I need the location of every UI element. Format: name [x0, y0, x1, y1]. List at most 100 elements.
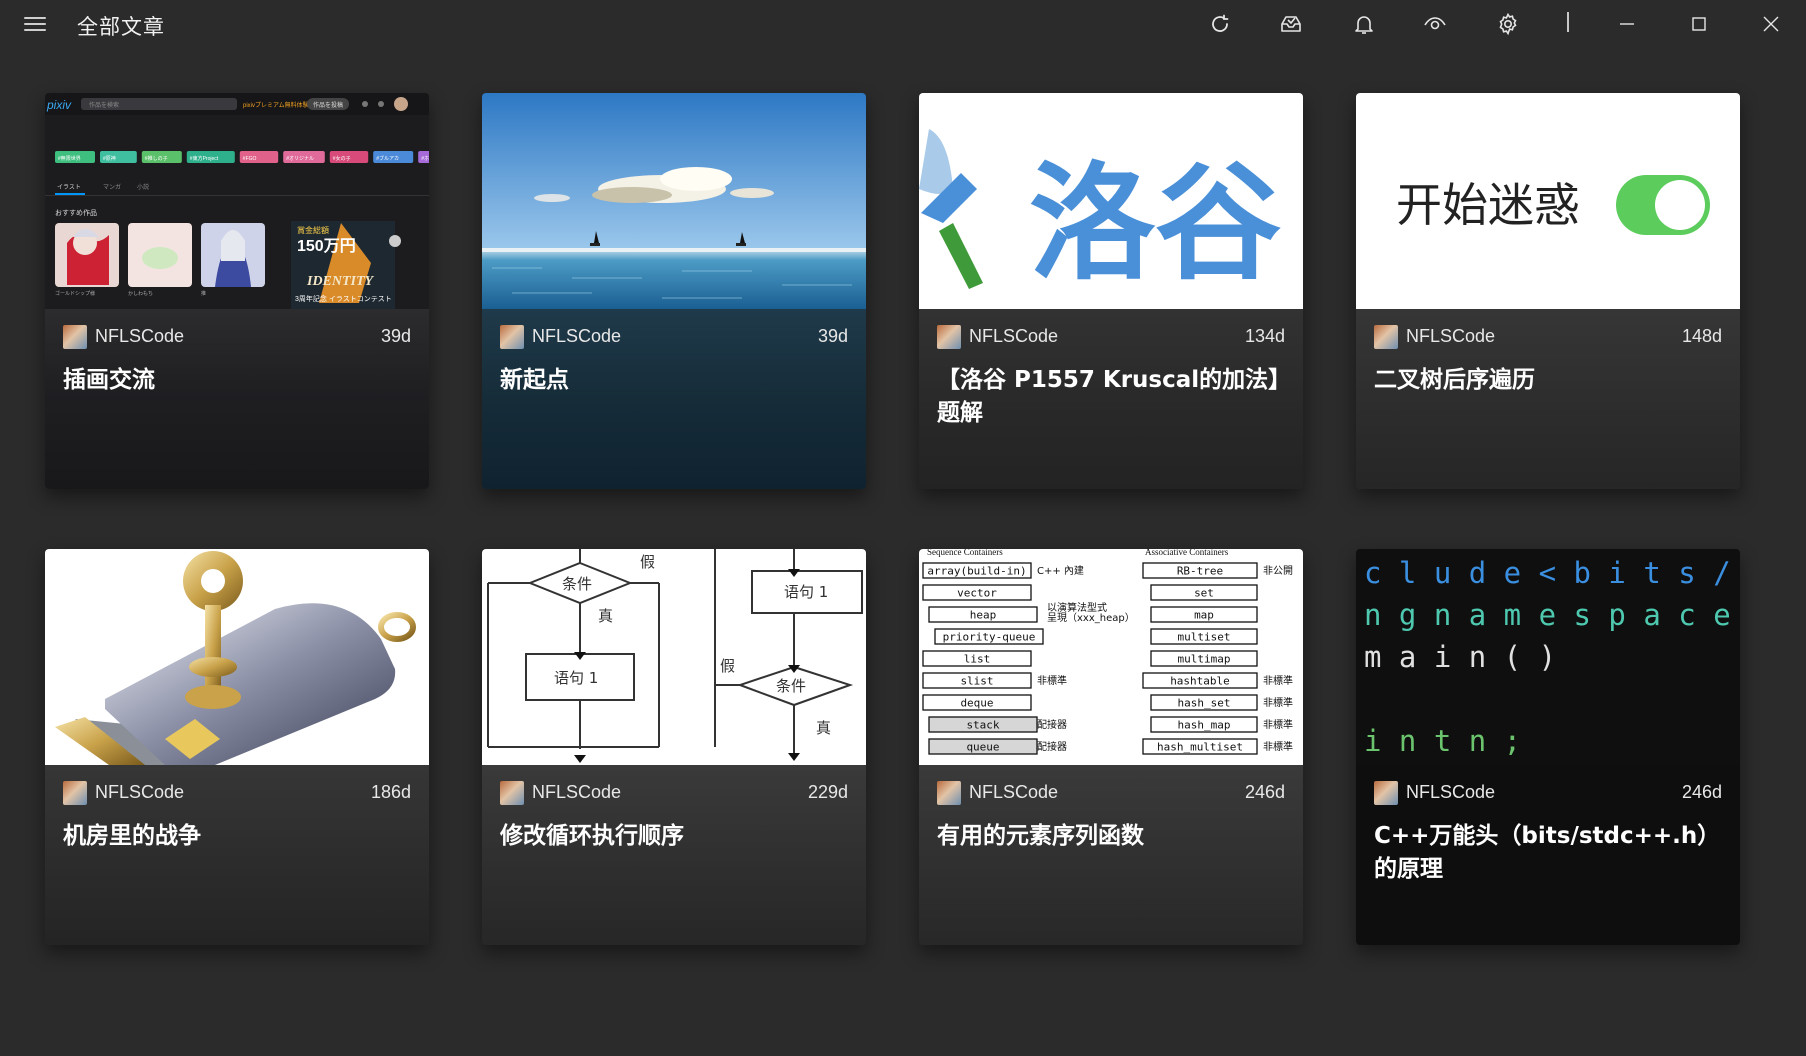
- svg-text:推: 推: [201, 290, 206, 297]
- svg-text:n g n a m e s p a c e s: n g n a m e s p a c e s: [1364, 598, 1740, 632]
- post-card[interactable]: 条件 真 假 语句 1 语句 1 条件 假 真 NFLSCode 229d 修改…: [482, 549, 866, 945]
- stl-note: 非標準: [1037, 674, 1067, 687]
- pixiv-tag-label: #FGO: [243, 156, 257, 162]
- post-age: 148d: [1681, 326, 1722, 346]
- card-footer: NFLSCode 39d 插画交流: [45, 309, 429, 489]
- stl-right-label: set: [1194, 587, 1214, 600]
- post-card[interactable]: pixiv 作品を検索 pixivプレミアム無料体験 作品を投稿 #無限世界 #原…: [45, 93, 429, 489]
- post-title: C++万能头（bits/stdc++.h）的原理: [1374, 823, 1721, 882]
- post-card[interactable]: c l u d e < b i t s / s t d n g n a m e …: [1356, 549, 1740, 945]
- post-card[interactable]: Sequence Containers Associative Containe…: [919, 549, 1303, 945]
- author-row: NFLSCode 246d: [937, 781, 1285, 805]
- svg-text:i n t n ;: i n t n ;: [1364, 724, 1521, 758]
- stl-note: 配接器: [1037, 718, 1067, 731]
- svg-text:c l u d e < b i t s / s t d: c l u d e < b i t s / s t d: [1364, 556, 1740, 590]
- post-card[interactable]: 洛谷 NFLSCode 134d 【洛谷 P1557 Kruscal的加法】题解: [919, 93, 1303, 489]
- pixiv-tag-label: #東方Project: [190, 155, 219, 162]
- svg-text:开始迷惑: 开始迷惑: [1396, 178, 1580, 232]
- bell-icon[interactable]: [1346, 6, 1382, 42]
- post-card[interactable]: NFLSCode 186d 机房里的战争: [45, 549, 429, 945]
- svg-text:pixivプレミアム無料体験: pixivプレミアム無料体験: [243, 101, 309, 109]
- stl-left-label: stack: [966, 719, 999, 732]
- post-title: 修改循环执行顺序: [500, 823, 684, 849]
- refresh-icon[interactable]: [1202, 6, 1238, 42]
- svg-text:賞金総額: 賞金総額: [297, 225, 329, 235]
- gear-icon[interactable]: [1490, 6, 1526, 42]
- post-title: 有用的元素序列函数: [937, 823, 1144, 849]
- pixiv-tag-label: #ホロライブ: [421, 155, 429, 162]
- card-footer: NFLSCode 246d 有用的元素序列函数: [919, 765, 1303, 945]
- avatar: [500, 325, 524, 349]
- stl-left-label: deque: [960, 697, 993, 710]
- svg-text:假: 假: [720, 657, 735, 675]
- close-icon[interactable]: [1736, 0, 1806, 48]
- stl-left-label: heap: [970, 609, 997, 622]
- svg-text:作品を投稿: 作品を投稿: [313, 101, 343, 109]
- thumbnail-toggle-switch: 开始迷惑: [1356, 93, 1740, 309]
- card-footer: NFLSCode 148d 二叉树后序遍历: [1356, 309, 1740, 489]
- post-card[interactable]: NFLSCode 39d 新起点: [482, 93, 866, 489]
- svg-text:pixiv: pixiv: [46, 98, 72, 112]
- thumbnail-usb-key: [45, 549, 429, 765]
- author-name: NFLSCode: [1406, 782, 1496, 802]
- minimize-icon[interactable]: [1592, 0, 1662, 48]
- pixiv-tag-label: #ブルアカ: [376, 155, 399, 162]
- inbox-icon[interactable]: [1273, 6, 1309, 42]
- stl-right-label: hash_map: [1178, 719, 1231, 732]
- maximize-icon[interactable]: [1664, 0, 1734, 48]
- menu-icon[interactable]: [24, 15, 48, 33]
- author-name: NFLSCode: [532, 782, 622, 802]
- post-card[interactable]: 开始迷惑 NFLSCode 148d 二叉树后序遍历: [1356, 93, 1740, 489]
- stl-left-label: list: [964, 653, 991, 666]
- avatar: [500, 781, 524, 805]
- title-bar: 全部文章: [0, 0, 1806, 48]
- stl-right-label: map: [1194, 609, 1214, 622]
- author-row: NFLSCode 186d: [63, 781, 411, 805]
- svg-text:IDENTITY: IDENTITY: [306, 274, 375, 289]
- pixiv-tag-label: #オリジナル: [286, 156, 314, 162]
- svg-text:マンガ: マンガ: [103, 183, 121, 191]
- stl-left-label: priority-queue: [943, 631, 1036, 644]
- avatar: [63, 325, 87, 349]
- page-title: 全部文章: [77, 15, 165, 39]
- author-name: NFLSCode: [532, 326, 622, 346]
- svg-text:真: 真: [816, 719, 831, 737]
- svg-text:ゴールドシップ様: ゴールドシップ様: [55, 290, 95, 297]
- svg-text:作品を検索: 作品を検索: [89, 101, 119, 109]
- post-age: 39d: [380, 326, 411, 346]
- toolbar-divider: [1567, 12, 1569, 32]
- avatar: [1374, 325, 1398, 349]
- author-row: NFLSCode 39d: [63, 325, 411, 349]
- author-row: NFLSCode 148d: [1374, 325, 1722, 349]
- stl-right-label: RB-tree: [1177, 565, 1223, 578]
- stl-left-label: vector: [957, 587, 997, 600]
- thumbnail-code: c l u d e < b i t s / s t d n g n a m e …: [1356, 549, 1740, 765]
- thumbnail-sea: [482, 93, 866, 309]
- post-title: 二叉树后序遍历: [1374, 367, 1535, 393]
- post-title: 【洛谷 P1557 Kruscal的加法】题解: [937, 367, 1280, 426]
- card-footer: NFLSCode 134d 【洛谷 P1557 Kruscal的加法】题解: [919, 309, 1303, 489]
- pixiv-tag-label: #推しの子: [145, 155, 168, 162]
- eye-icon[interactable]: [1417, 6, 1453, 42]
- svg-text:条件: 条件: [776, 677, 806, 695]
- post-age: 246d: [1244, 782, 1285, 802]
- stl-note: 配接器: [1037, 740, 1067, 753]
- svg-text:m a i n ( ): m a i n ( ): [1364, 640, 1556, 674]
- post-title: 新起点: [500, 367, 569, 393]
- author-row: NFLSCode 134d: [937, 325, 1285, 349]
- svg-text:3周年記念 イラストコンテスト: 3周年記念 イラストコンテスト: [295, 294, 392, 303]
- stl-note: 非標準: [1263, 674, 1293, 687]
- post-age: 186d: [370, 782, 411, 802]
- svg-text:语句 1: 语句 1: [784, 583, 828, 601]
- card-footer: NFLSCode 246d C++万能头（bits/stdc++.h）的原理: [1356, 765, 1740, 945]
- svg-text:150万円: 150万円: [297, 237, 356, 255]
- avatar: [63, 781, 87, 805]
- stl-note: 非標準: [1263, 696, 1293, 709]
- avatar: [937, 325, 961, 349]
- pixiv-tag-label: #無限世界: [58, 155, 81, 162]
- svg-text:语句 1: 语句 1: [554, 669, 598, 687]
- svg-text:イラスト: イラスト: [57, 184, 81, 191]
- author-name: NFLSCode: [969, 782, 1059, 802]
- author-name: NFLSCode: [95, 782, 185, 802]
- stl-note: 呈現（xxx_heap）: [1047, 612, 1135, 624]
